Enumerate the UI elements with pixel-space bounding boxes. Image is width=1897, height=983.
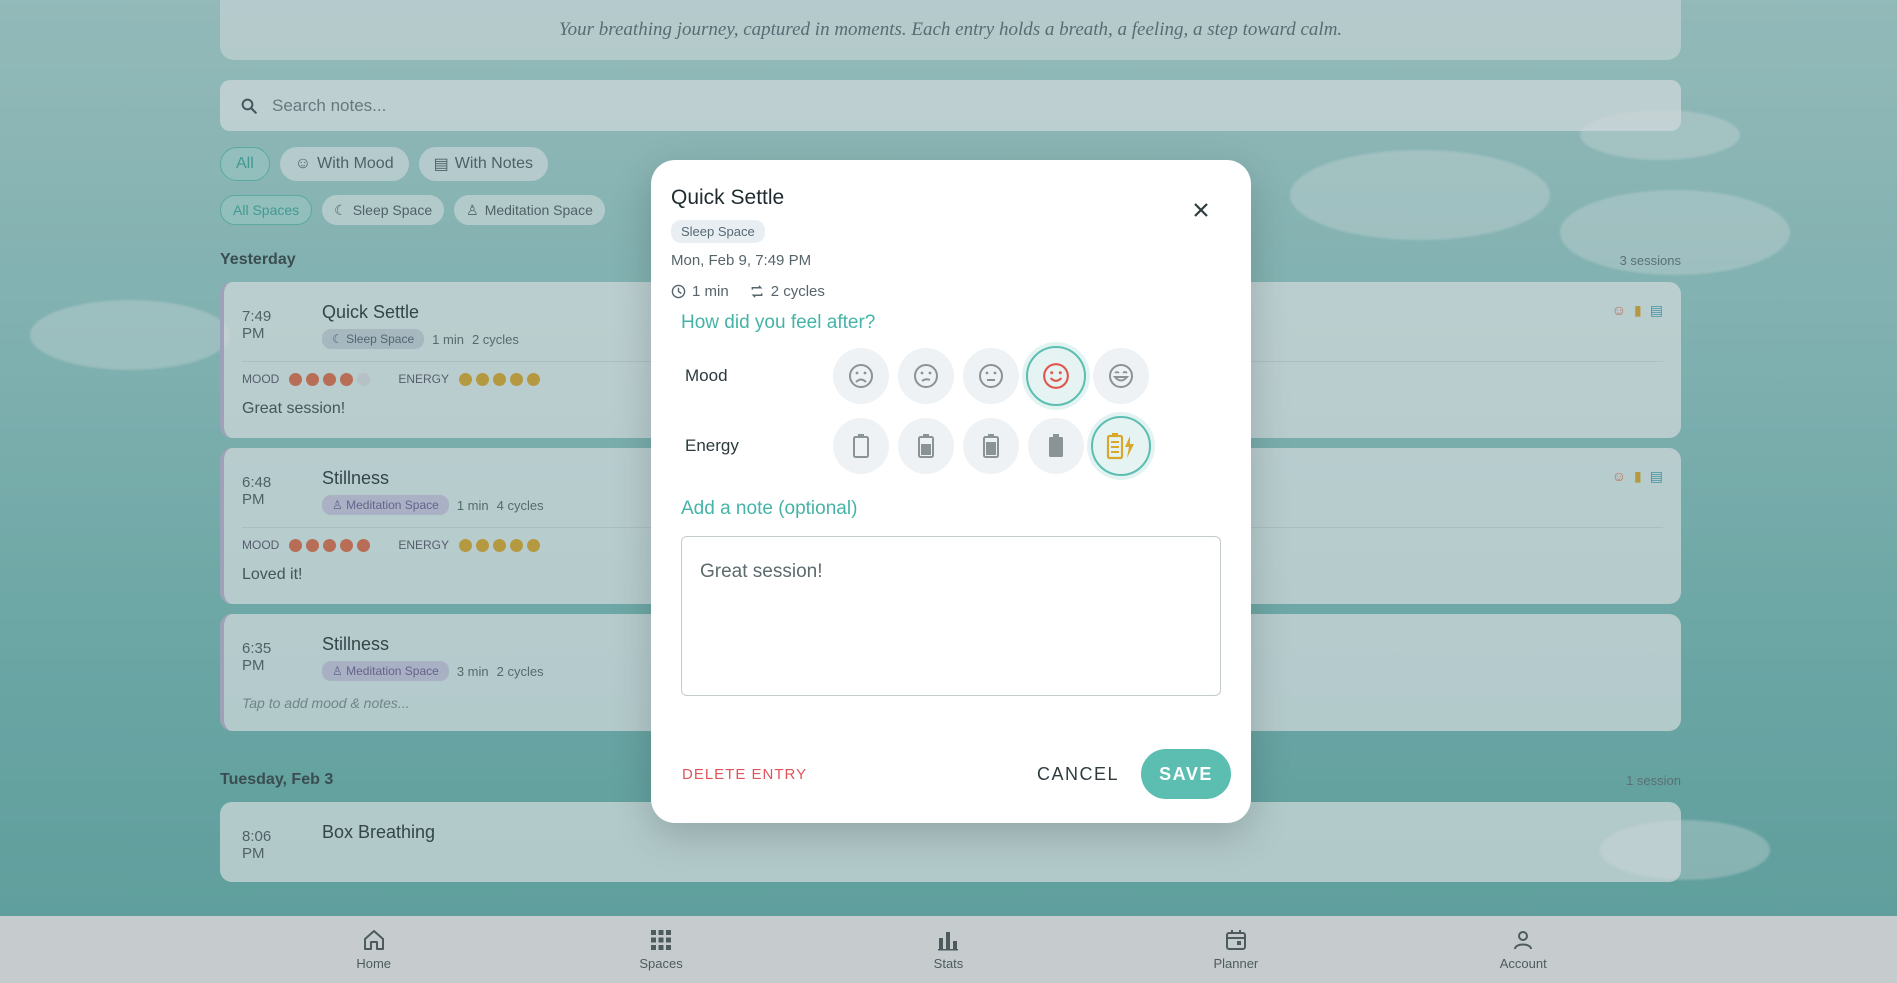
- mood-rating-label: Mood: [685, 366, 728, 385]
- battery-empty-icon: [853, 434, 869, 458]
- note-textarea[interactable]: Great session!: [681, 536, 1221, 696]
- very-sad-face-icon: [849, 364, 873, 388]
- nav-planner[interactable]: Planner: [1176, 928, 1296, 971]
- edit-entry-dialog: Quick Settle Sleep Space Mon, Feb 9, 7:4…: [651, 160, 1251, 823]
- clock-icon: [671, 284, 686, 299]
- neutral-face-icon: [979, 364, 1003, 388]
- energy-rating-row: Energy: [685, 416, 1227, 476]
- grid-icon: [651, 930, 672, 950]
- dialog-cycles: 2 cycles: [749, 283, 825, 300]
- energy-rating-label: Energy: [685, 436, 739, 455]
- mood-option-very-happy[interactable]: [1093, 348, 1149, 404]
- mood-option-very-sad[interactable]: [833, 348, 889, 404]
- calendar-icon: [1225, 930, 1246, 950]
- nav-planner-label: Planner: [1213, 956, 1259, 971]
- mood-option-sad[interactable]: [898, 348, 954, 404]
- battery-low-icon: [918, 434, 934, 458]
- dialog-space-tag: Sleep Space: [671, 220, 765, 243]
- feel-section-title: How did you feel after?: [681, 312, 876, 333]
- nav-spaces-label: Spaces: [639, 956, 683, 971]
- energy-option-5[interactable]: [1091, 416, 1151, 476]
- cancel-button[interactable]: CANCEL: [1037, 764, 1119, 785]
- energy-option-4[interactable]: [1028, 418, 1084, 474]
- sad-face-icon: [914, 364, 938, 388]
- nav-stats-label: Stats: [933, 956, 964, 971]
- mood-rating-row: Mood: [685, 346, 1227, 406]
- close-icon: [1194, 203, 1208, 217]
- nav-spaces[interactable]: Spaces: [601, 928, 721, 971]
- very-happy-face-icon: [1109, 364, 1133, 388]
- close-button[interactable]: [1185, 194, 1217, 226]
- note-section-title: Add a note (optional): [681, 498, 858, 519]
- dialog-actions: DELETE ENTRY CANCEL SAVE: [682, 749, 1231, 799]
- dialog-title: Quick Settle: [671, 186, 785, 209]
- battery-charging-icon: [1106, 433, 1134, 460]
- mood-option-neutral[interactable]: [963, 348, 1019, 404]
- dialog-meta: 1 min 2 cycles: [671, 283, 1227, 300]
- delete-entry-button[interactable]: DELETE ENTRY: [682, 766, 807, 783]
- energy-option-3[interactable]: [963, 418, 1019, 474]
- dialog-date: Mon, Feb 9, 7:49 PM: [671, 252, 812, 269]
- dialog-duration-label: 1 min: [692, 283, 729, 300]
- save-button[interactable]: SAVE: [1141, 749, 1231, 799]
- person-icon: [1514, 931, 1533, 950]
- energy-option-1[interactable]: [833, 418, 889, 474]
- nav-account[interactable]: Account: [1463, 928, 1583, 971]
- happy-face-icon: [1043, 363, 1069, 389]
- repeat-icon: [751, 285, 763, 298]
- nav-home-label: Home: [356, 956, 392, 971]
- home-icon: [363, 930, 384, 950]
- energy-option-2[interactable]: [898, 418, 954, 474]
- nav-stats[interactable]: Stats: [888, 928, 1008, 971]
- mood-option-happy[interactable]: [1026, 346, 1086, 406]
- bar-chart-icon: [938, 932, 959, 951]
- dialog-cycles-label: 2 cycles: [770, 283, 825, 300]
- battery-medium-icon: [983, 434, 999, 458]
- dialog-duration: 1 min: [671, 283, 729, 300]
- battery-full-icon: [1049, 434, 1063, 457]
- bottom-nav: Home Spaces Stats Planner Account: [0, 916, 1897, 983]
- nav-home[interactable]: Home: [314, 928, 434, 971]
- nav-account-label: Account: [1499, 956, 1547, 971]
